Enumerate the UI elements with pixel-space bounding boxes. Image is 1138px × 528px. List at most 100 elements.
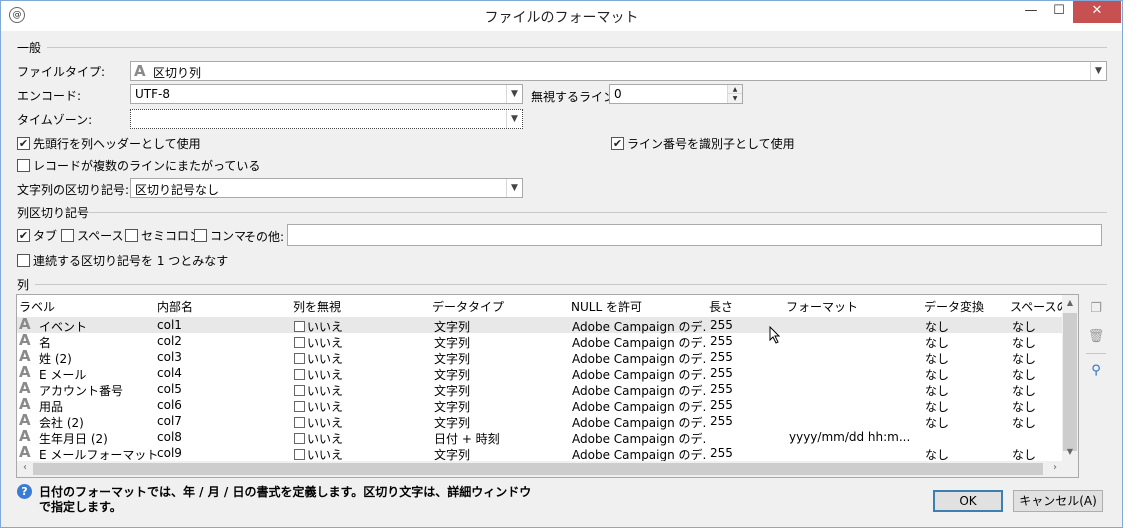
line-number-id-checkbox[interactable]: ✔ ライン番号を識別子として使用 [611, 135, 795, 152]
stepper-up-icon[interactable]: ▲ [727, 85, 742, 94]
scroll-left-icon[interactable]: ‹ [17, 462, 33, 473]
horizontal-scroll-thumb[interactable] [33, 463, 1043, 475]
other-separator-input[interactable] [287, 224, 1102, 246]
comma-label: コンマ [210, 229, 247, 243]
text-type-icon: A [19, 347, 31, 365]
checkbox-box[interactable] [294, 353, 305, 364]
vertical-scroll-thumb[interactable] [1063, 313, 1077, 451]
chevron-down-icon[interactable]: ▼ [506, 110, 522, 128]
table-row[interactable]: A 名 col2 いいえ 文字列 Adobe Campaign のデ... 25… [17, 332, 1063, 350]
table-row[interactable]: A 用品 col6 いいえ 文字列 Adobe Campaign のデ... 2… [17, 395, 1063, 414]
search-icon[interactable]: ⚲ [1087, 363, 1105, 381]
checkbox-box[interactable] [294, 417, 305, 428]
col-header-transform[interactable]: データ変換 [924, 298, 984, 315]
ok-button[interactable]: OK [933, 490, 1003, 512]
table-row[interactable]: A 姓 (2) col3 いいえ 文字列 Adobe Campaign のデ..… [17, 347, 1063, 366]
checkbox-box[interactable] [294, 337, 305, 348]
file-type-select[interactable]: A 区切り列 ▼ [130, 61, 1107, 81]
table-row[interactable]: A 会社 (2) col7 いいえ 文字列 Adobe Campaign のデ.… [17, 412, 1063, 430]
checkbox-box[interactable] [61, 229, 74, 242]
checkbox-box[interactable] [294, 433, 305, 444]
first-row-header-checkbox[interactable]: ✔ 先頭行を列ヘッダーとして使用 [17, 135, 201, 152]
encoding-select[interactable]: UTF-8 ▼ [130, 84, 523, 104]
minimize-button[interactable]: — [1017, 1, 1045, 23]
row-name: col6 [157, 398, 182, 412]
checkmark-icon[interactable]: ✔ [611, 137, 624, 150]
row-length: 255 [710, 318, 733, 332]
window-title: ファイルのフォーマット [484, 10, 639, 26]
table-row[interactable]: A 生年月日 (2) col8 いいえ 日付 + 時刻 Adobe Campai… [17, 427, 1063, 446]
col-header-format[interactable]: フォーマット [786, 298, 858, 315]
col-header-internal-name[interactable]: 内部名 [157, 298, 193, 315]
checkbox-box[interactable] [294, 385, 305, 396]
columns-divider [35, 284, 1107, 285]
stepper-down-icon[interactable]: ▼ [727, 94, 742, 103]
vertical-scrollbar[interactable]: ▲ ▼ [1062, 295, 1078, 461]
trash-icon[interactable]: 🗑 [1087, 329, 1105, 347]
row-ignore-value: いいえ [307, 448, 344, 462]
chevron-down-icon[interactable]: ▼ [506, 179, 522, 197]
col-header-allow-null[interactable]: NULL を許可 [571, 298, 642, 315]
row-name: col9 [157, 446, 182, 460]
col-header-data-type[interactable]: データタイプ [432, 298, 504, 315]
checkmark-icon[interactable]: ✔ [17, 229, 30, 242]
checkbox-box[interactable] [294, 401, 305, 412]
consecutive-delimiters-label: 連続する区切り記号を 1 つとみなす [33, 254, 229, 268]
multiline-records-label: レコードが複数のラインにまたがっている [33, 159, 261, 173]
chevron-down-icon[interactable]: ▼ [1090, 62, 1106, 80]
checkbox-box[interactable] [194, 229, 207, 242]
col-header-label[interactable]: ラベル [19, 298, 55, 315]
col-header-length[interactable]: 長さ [709, 298, 733, 315]
checkbox-box[interactable] [125, 229, 138, 242]
checkmark-icon[interactable]: ✔ [17, 137, 30, 150]
help-text: 日付のフォーマットでは、年 / 月 / 日の書式を定義します。区切り文字は、詳細… [39, 485, 532, 514]
row-name: col8 [157, 430, 182, 444]
multiline-records-checkbox[interactable]: レコードが複数のラインにまたがっている [17, 157, 260, 174]
scroll-right-icon[interactable]: › [1047, 462, 1063, 473]
string-delimiter-select[interactable]: 区切り記号なし ▼ [130, 178, 523, 198]
row-ignore-value: いいえ [307, 352, 344, 366]
checkbox-box[interactable] [294, 321, 305, 332]
ignore-lines-stepper[interactable]: 0 ▲ ▼ [609, 84, 743, 104]
scroll-down-icon[interactable]: ▼ [1062, 447, 1078, 456]
row-length: 255 [710, 414, 733, 428]
table-row[interactable]: A E メールフォーマット col9 いいえ 文字列 Adobe Campaig… [17, 444, 1063, 462]
text-type-icon: A [19, 427, 31, 445]
row-length: 255 [710, 366, 733, 380]
comma-checkbox[interactable]: コンマ [194, 227, 246, 244]
text-type-icon: A [19, 395, 31, 413]
text-type-icon: A [134, 62, 146, 80]
cancel-button[interactable]: キャンセル(A) [1013, 490, 1103, 512]
timezone-select[interactable]: ▼ [130, 109, 523, 129]
text-type-icon: A [19, 315, 31, 333]
consecutive-delimiters-checkbox[interactable]: 連続する区切り記号を 1 つとみなす [17, 252, 228, 269]
horizontal-scrollbar[interactable]: ‹ › [17, 461, 1063, 477]
col-header-space[interactable]: スペースの処 [1010, 298, 1063, 315]
encoding-label: エンコード: [17, 89, 82, 103]
row-name: col4 [157, 366, 182, 380]
table-row[interactable]: A イベント col1 いいえ 文字列 Adobe Campaign のデ...… [17, 315, 1063, 334]
row-format: yyyy/mm/dd hh:m... [789, 430, 911, 444]
chevron-down-icon[interactable]: ▼ [506, 85, 522, 103]
row-ignore-value: いいえ [307, 368, 344, 382]
row-length: 255 [710, 398, 733, 412]
space-checkbox[interactable]: スペース [61, 227, 124, 244]
semicolon-checkbox[interactable]: セミコロン [125, 227, 201, 244]
checkbox-box[interactable] [294, 449, 305, 460]
col-header-ignore[interactable]: 列を無視 [293, 298, 341, 315]
general-divider [47, 47, 1107, 48]
row-length: 255 [710, 350, 733, 364]
encoding-value: UTF-8 [135, 87, 170, 101]
ignore-lines-label: 無視するライン: [531, 90, 620, 104]
table-row[interactable]: A E メール col4 いいえ 文字列 Adobe Campaign のデ..… [17, 364, 1063, 382]
space-label: スペース [77, 229, 124, 243]
maximize-button[interactable]: ☐ [1045, 1, 1073, 23]
scroll-up-icon[interactable]: ▲ [1062, 298, 1078, 307]
close-button[interactable]: ✕ [1073, 1, 1121, 23]
tab-checkbox[interactable]: ✔ タブ [17, 227, 57, 244]
checkbox-box[interactable] [17, 159, 30, 172]
copy-icon[interactable]: ❐ [1087, 301, 1105, 319]
table-row[interactable]: A アカウント番号 col5 いいえ 文字列 Adobe Campaign のデ… [17, 380, 1063, 398]
checkbox-box[interactable] [17, 254, 30, 267]
checkbox-box[interactable] [294, 369, 305, 380]
